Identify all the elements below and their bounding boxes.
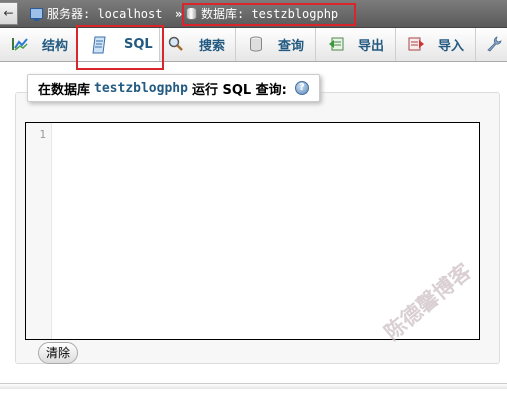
query-icon — [250, 36, 262, 52]
tab-query-label: 查询 — [278, 39, 305, 54]
tab-structure[interactable]: 结构 — [0, 28, 78, 61]
footer-divider — [0, 383, 507, 389]
sql-query-editor[interactable]: 1 — [25, 122, 480, 340]
tab-search-label: 搜索 — [199, 39, 226, 54]
structure-icon — [12, 38, 28, 51]
wrench-icon — [487, 36, 502, 52]
sql-query-legend: 在数据库 testzblogphp 运行 SQL 查询: ? — [27, 74, 320, 102]
line-number-gutter: 1 — [26, 123, 52, 339]
help-icon[interactable]: ? — [294, 81, 309, 95]
legend-database-name: testzblogphp — [94, 80, 188, 96]
tab-query[interactable]: 查询 — [236, 28, 316, 61]
export-icon — [329, 37, 344, 51]
import-icon — [408, 37, 424, 51]
breadcrumb-server-label: 服务器: localhost — [47, 7, 163, 21]
tab-search[interactable]: 搜索 — [160, 28, 236, 61]
server-icon — [30, 8, 43, 21]
tab-import-label: 导入 — [438, 39, 465, 54]
database-highlight-box — [182, 3, 356, 26]
legend-prefix: 在数据库 — [38, 82, 91, 98]
back-arrow-icon[interactable]: ← — [0, 2, 18, 25]
tab-import[interactable]: 导入 — [396, 28, 476, 61]
tab-export-label: 导出 — [358, 39, 385, 54]
tab-structure-label: 结构 — [42, 39, 69, 54]
tab-operations[interactable] — [476, 28, 507, 61]
line-number: 1 — [39, 128, 46, 141]
sql-tab-highlight-box — [76, 25, 164, 70]
legend-suffix: 运行 SQL 查询: — [191, 82, 287, 98]
breadcrumb-server-link[interactable]: 服务器: localhost — [30, 5, 162, 23]
search-icon — [168, 36, 183, 51]
clear-button[interactable]: 清除 — [38, 342, 79, 364]
tab-export[interactable]: 导出 — [316, 28, 396, 61]
